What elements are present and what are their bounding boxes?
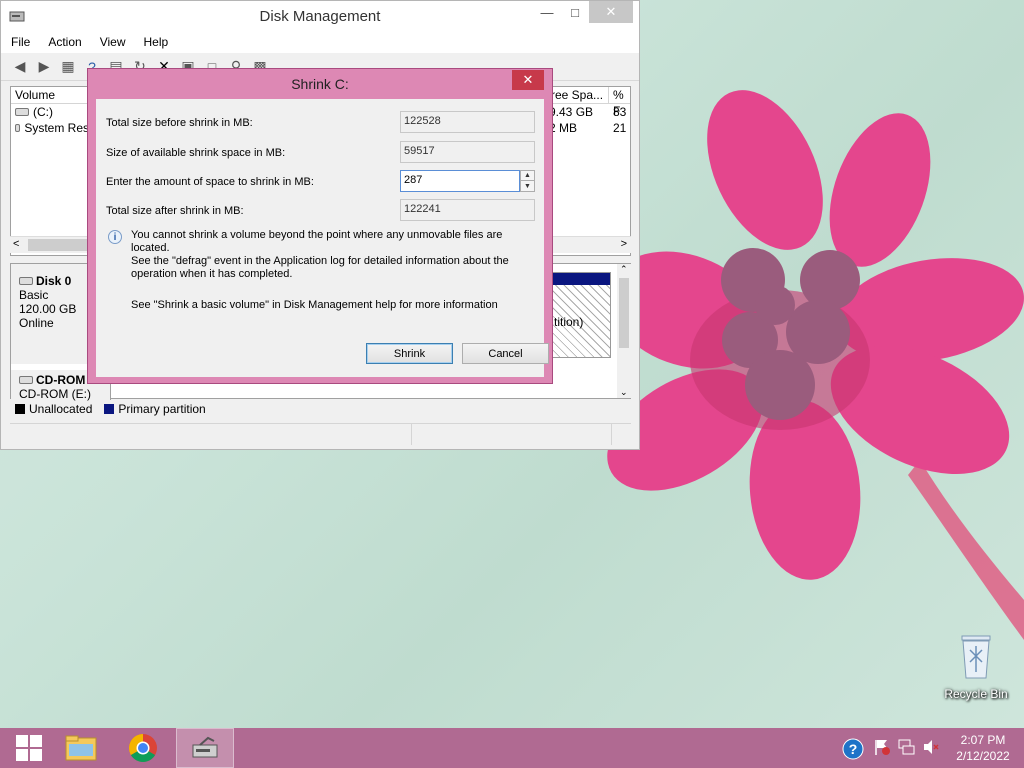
unallocated-swatch — [15, 404, 25, 414]
start-button[interactable] — [0, 728, 58, 768]
disk-0-name: Disk 0 — [36, 274, 72, 288]
volume-pct: 83 — [613, 105, 627, 119]
maximize-button[interactable]: □ — [561, 1, 589, 23]
taskbar-disk-management[interactable] — [176, 728, 234, 768]
wallpaper-flower — [607, 90, 1024, 640]
cancel-button[interactable]: Cancel — [462, 343, 549, 364]
question-icon: ? — [842, 738, 864, 760]
volume-free: 9.43 GB — [549, 105, 594, 119]
close-button[interactable]: ✕ — [589, 1, 633, 23]
menu-action[interactable]: Action — [48, 35, 81, 49]
dialog-body: Total size before shrink in MB: 122528 S… — [96, 99, 549, 377]
info-line: You cannot shrink a volume beyond the po… — [131, 229, 503, 254]
column-free-space[interactable]: ree Spa... — [547, 87, 609, 103]
volume-tray-icon[interactable] — [922, 738, 940, 756]
recycle-bin[interactable]: Recycle Bin — [943, 632, 1009, 701]
window-titlebar[interactable]: Disk Management — □ ✕ — [1, 1, 639, 31]
windows-logo-icon — [16, 735, 42, 761]
partition-block[interactable]: tition) — [551, 272, 611, 358]
back-arrow-icon[interactable]: ◀ — [11, 58, 29, 76]
volume-name: System Res — [24, 121, 89, 135]
taskbar: ? 2:07 PM 2/12/2022 — [0, 728, 1024, 768]
available-shrink-field: 59517 — [400, 141, 535, 163]
scroll-right-icon[interactable]: > — [621, 238, 627, 250]
scroll-up-icon[interactable]: ⌃ — [620, 264, 628, 275]
drive-icon — [15, 124, 21, 132]
taskbar-clock[interactable]: 2:07 PM 2/12/2022 — [948, 732, 1018, 764]
console-tree-icon[interactable]: ▦ — [59, 58, 77, 76]
scroll-down-icon[interactable]: ⌄ — [620, 387, 628, 398]
label-available-shrink: Size of available shrink space in MB: — [106, 147, 286, 159]
cdrom-name: CD-ROM — [36, 373, 86, 387]
recycle-bin-label: Recycle Bin — [944, 687, 1008, 701]
total-after-field: 122241 — [400, 199, 535, 221]
primary-partition-bar — [552, 273, 610, 285]
info-line: See the "defrag" event in the Applicatio… — [131, 255, 509, 267]
scroll-left-icon[interactable]: < — [13, 238, 19, 250]
legend-unallocated: Unallocated — [29, 402, 93, 416]
column-volume[interactable]: Volume — [11, 87, 89, 103]
volume-free: 2 MB — [549, 121, 578, 135]
partition-text: tition) — [552, 285, 610, 357]
info-line: operation when it has completed. — [131, 268, 293, 280]
svg-text:?: ? — [849, 741, 858, 757]
network-icon — [898, 739, 915, 755]
chrome-icon — [129, 734, 157, 762]
total-before-field: 122528 — [400, 111, 535, 133]
stepper-up-icon[interactable]: ▲ — [521, 171, 534, 181]
label-total-before: Total size before shrink in MB: — [106, 117, 253, 129]
recycle-bin-icon — [961, 635, 991, 679]
taskbar-chrome[interactable] — [114, 728, 172, 768]
dialog-titlebar[interactable]: Shrink C: ✕ — [88, 69, 552, 99]
menu-view[interactable]: View — [100, 35, 126, 49]
cdrom-icon — [19, 376, 33, 384]
flag-icon — [875, 740, 890, 755]
help-link-text: See "Shrink a basic volume" in Disk Mana… — [131, 299, 498, 311]
shrink-amount-stepper[interactable]: ▲ ▼ — [520, 170, 535, 192]
info-message: You cannot shrink a volume beyond the po… — [131, 229, 541, 281]
menu-bar: File Action View Help — [1, 31, 639, 53]
column-percent-free[interactable]: % F — [609, 87, 629, 118]
folder-icon — [65, 735, 97, 761]
dialog-close-button[interactable]: ✕ — [512, 70, 544, 90]
speaker-muted-icon — [924, 740, 939, 754]
help-tray-icon[interactable]: ? — [842, 738, 864, 760]
dialog-title: Shrink C: — [291, 76, 349, 92]
primary-swatch — [104, 404, 115, 414]
legend-primary: Primary partition — [118, 402, 206, 416]
disk-management-app-icon — [9, 11, 25, 22]
stepper-down-icon[interactable]: ▼ — [521, 181, 534, 191]
drive-icon — [15, 108, 29, 116]
taskbar-file-explorer[interactable] — [52, 728, 110, 768]
legend: Unallocated Primary partition — [15, 402, 206, 416]
minimize-button[interactable]: — — [533, 1, 561, 23]
scroll-thumb[interactable] — [619, 278, 629, 348]
clock-date: 2/12/2022 — [956, 749, 1010, 763]
clock-time: 2:07 PM — [960, 733, 1006, 747]
status-bar — [10, 423, 631, 445]
menu-help[interactable]: Help — [144, 35, 169, 49]
network-tray-icon[interactable] — [898, 738, 916, 756]
volume-pct: 21 — [613, 121, 627, 135]
volume-name: (C:) — [33, 105, 53, 119]
cdrom-drive-label: CD-ROM (E:) — [19, 387, 91, 401]
menu-file[interactable]: File — [11, 35, 30, 49]
action-center-flag-icon[interactable] — [874, 738, 890, 756]
forward-arrow-icon[interactable]: ▶ — [35, 58, 53, 76]
shrink-dialog: Shrink C: ✕ Total size before shrink in … — [87, 68, 553, 384]
window-title: Disk Management — [259, 7, 381, 25]
label-total-after: Total size after shrink in MB: — [106, 205, 244, 217]
shrink-amount-input[interactable]: 287 — [400, 170, 520, 192]
disk-management-icon — [192, 736, 218, 758]
shrink-button[interactable]: Shrink — [366, 343, 453, 364]
label-shrink-amount: Enter the amount of space to shrink in M… — [106, 176, 314, 188]
disk-icon — [19, 277, 33, 285]
info-icon: i — [108, 230, 122, 244]
vertical-scrollbar[interactable]: ⌃ ⌄ — [617, 264, 631, 398]
